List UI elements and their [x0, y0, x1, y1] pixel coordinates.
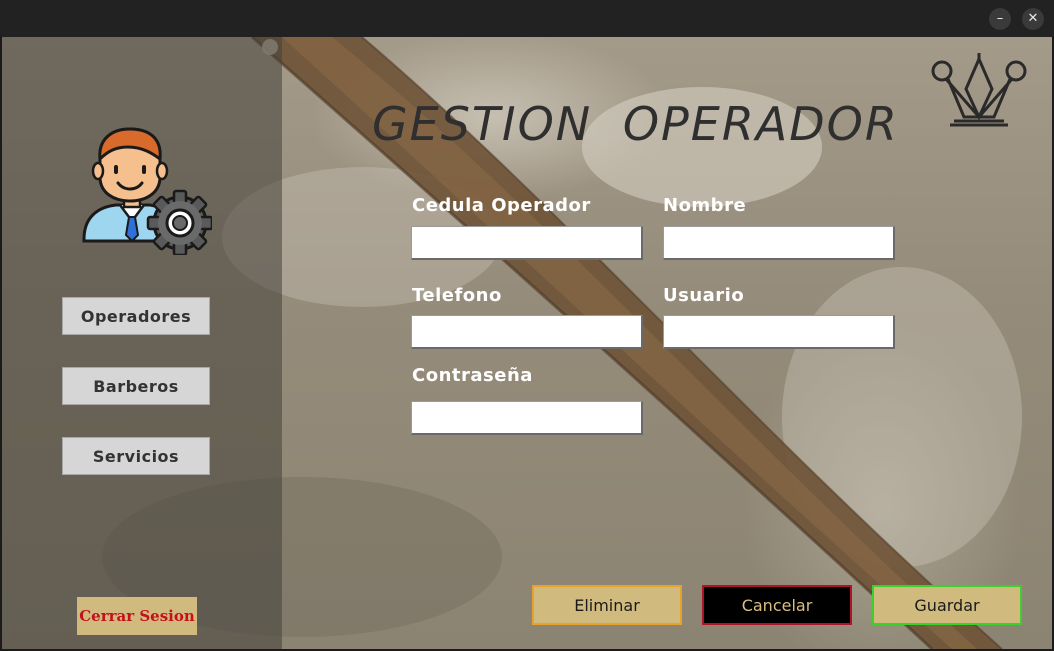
page-title: GESTION OPERADOR: [372, 97, 899, 151]
nombre-label: Nombre: [663, 195, 747, 216]
contrasena-label: Contraseña: [412, 365, 533, 386]
main-content: Operadores Barberos Servicios Cerrar Ses…: [2, 37, 1052, 649]
save-button[interactable]: Guardar: [872, 585, 1022, 625]
nombre-field[interactable]: [663, 226, 895, 260]
usuario-label: Usuario: [663, 285, 745, 306]
window-titlebar: – ✕: [0, 0, 1054, 38]
delete-button[interactable]: Eliminar: [532, 585, 682, 625]
usuario-field[interactable]: [663, 315, 895, 349]
cedula-label: Cedula Operador: [412, 195, 591, 216]
cedula-field[interactable]: [411, 226, 643, 260]
telefono-label: Telefono: [412, 285, 502, 306]
sidebar-item-servicios[interactable]: Servicios: [62, 437, 210, 475]
sidebar-item-operadores[interactable]: Operadores: [62, 297, 210, 335]
sidebar: Operadores Barberos Servicios Cerrar Ses…: [2, 37, 282, 649]
logout-button[interactable]: Cerrar Sesion: [77, 597, 197, 635]
telefono-field[interactable]: [411, 315, 643, 349]
operator-settings-icon: [82, 127, 212, 255]
close-button[interactable]: ✕: [1022, 8, 1044, 30]
sidebar-item-barberos[interactable]: Barberos: [62, 367, 210, 405]
minimize-button[interactable]: –: [989, 8, 1011, 30]
contrasena-field[interactable]: [411, 401, 643, 435]
cancel-button[interactable]: Cancelar: [702, 585, 852, 625]
crown-logo-icon: [931, 53, 1027, 127]
